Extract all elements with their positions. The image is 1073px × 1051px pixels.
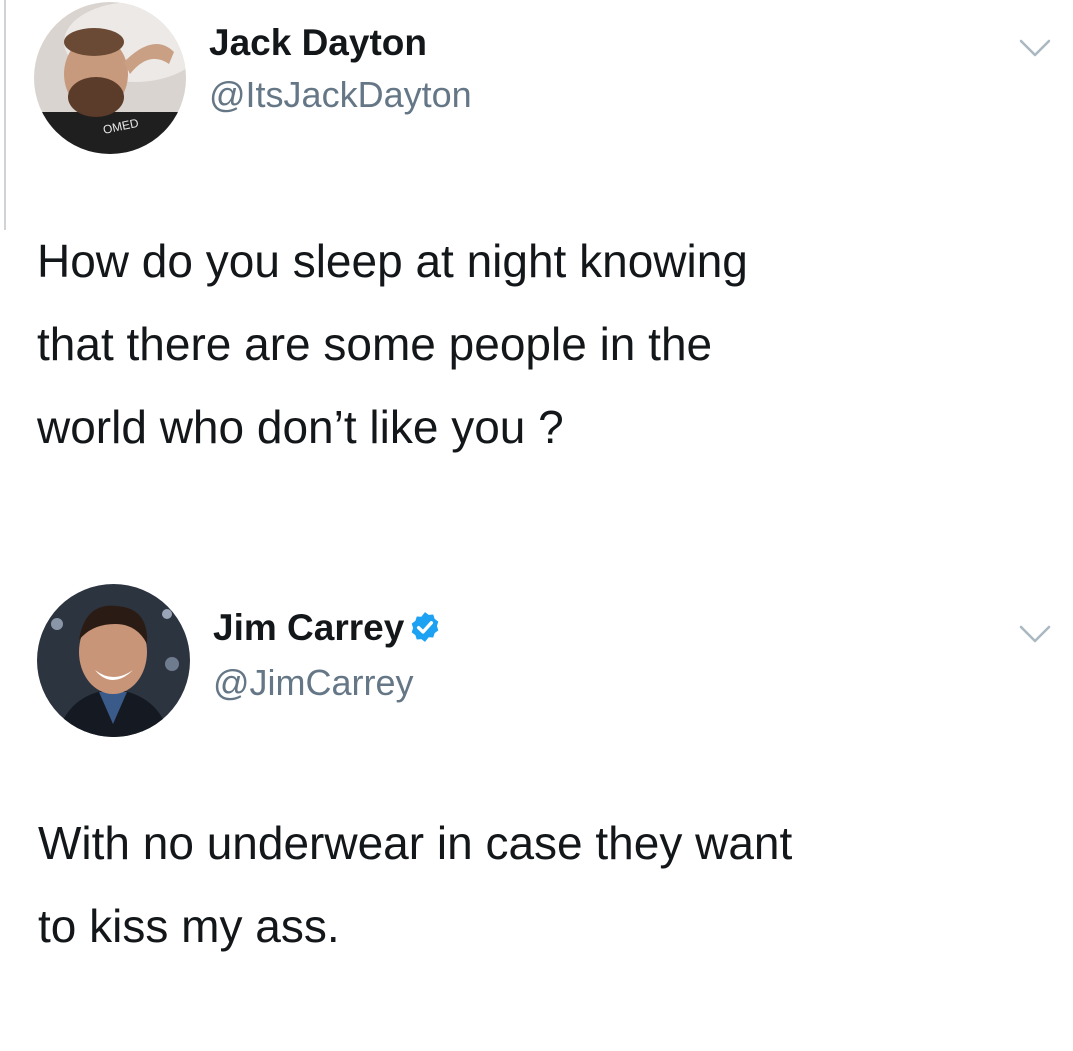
tweet-text-line: that there are some people in the bbox=[37, 318, 713, 370]
avatar-photo-jim-carrey bbox=[37, 584, 190, 737]
tweet-text-line: to kiss my ass. bbox=[38, 900, 340, 952]
tweet-text-line: With no underwear in case they want bbox=[38, 817, 793, 869]
avatar[interactable] bbox=[37, 584, 190, 737]
verified-badge-icon bbox=[408, 610, 442, 644]
tweet-text-line: How do you sleep at night knowing bbox=[37, 235, 748, 287]
author-name-row: Jim Carrey bbox=[213, 606, 442, 650]
author-handle[interactable]: @JimCarrey bbox=[213, 661, 414, 705]
author-handle[interactable]: @ItsJackDayton bbox=[209, 73, 472, 117]
chevron-down-icon[interactable] bbox=[1019, 624, 1051, 644]
tweet-jack-dayton: OMED Jack Dayton @ItsJackDayton How do y… bbox=[0, 0, 1073, 520]
tweet-text: With no underwear in case they want to k… bbox=[38, 802, 792, 968]
author-name[interactable]: Jack Dayton bbox=[209, 21, 427, 65]
tweet-jim-carrey: Jim Carrey @JimCarrey With no underwear … bbox=[0, 580, 1073, 1051]
chevron-down-icon[interactable] bbox=[1019, 38, 1051, 58]
avatar-photo-jack-dayton: OMED bbox=[34, 2, 186, 154]
tweet-text: How do you sleep at night knowing that t… bbox=[37, 220, 748, 469]
avatar[interactable]: OMED bbox=[34, 2, 186, 154]
author-name[interactable]: Jim Carrey bbox=[213, 607, 404, 648]
tweet-text-line: world who don’t like you ? bbox=[37, 401, 564, 453]
